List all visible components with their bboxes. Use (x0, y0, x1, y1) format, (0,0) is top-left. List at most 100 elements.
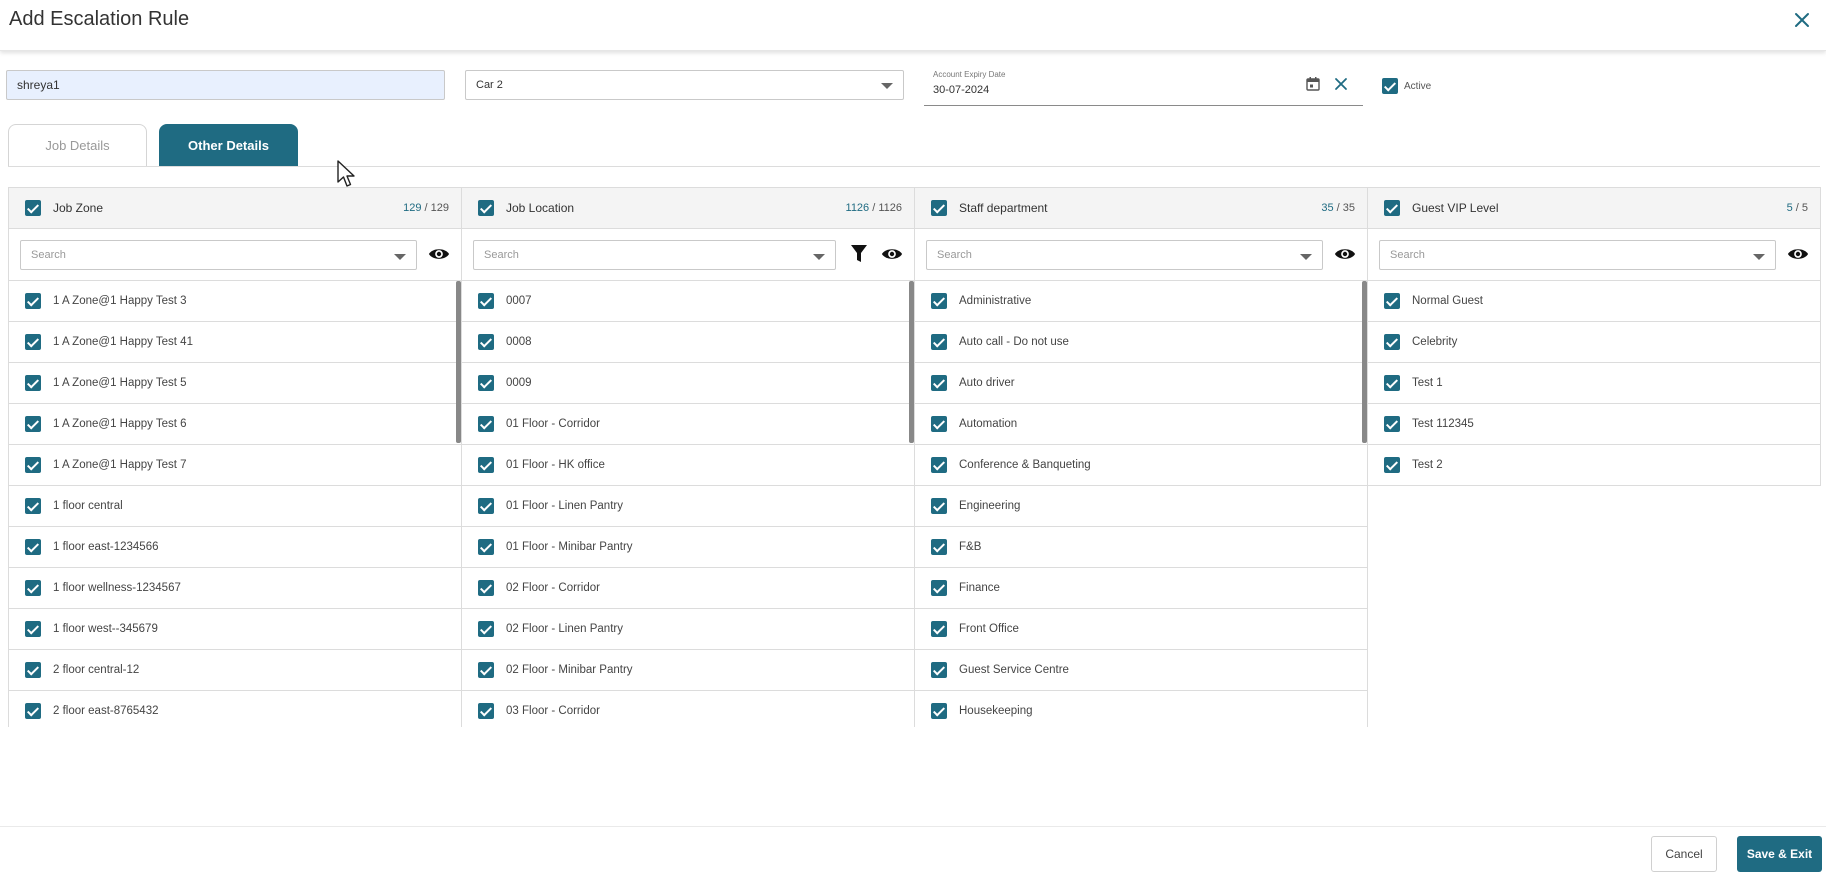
item-checkbox[interactable] (25, 580, 41, 596)
list-item[interactable]: Finance (915, 568, 1367, 609)
list-item[interactable]: 0007 (462, 281, 914, 322)
list-item[interactable]: Administrative (915, 281, 1367, 322)
item-checkbox[interactable] (478, 498, 494, 514)
list-item[interactable]: Celebrity (1368, 322, 1821, 363)
job-location-search-input[interactable]: Search (473, 240, 836, 270)
item-checkbox[interactable] (931, 334, 947, 350)
item-checkbox[interactable] (1384, 416, 1400, 432)
list-item[interactable]: 02 Floor - Corridor (462, 568, 914, 609)
item-checkbox[interactable] (25, 662, 41, 678)
eye-icon[interactable] (1787, 245, 1809, 263)
list-item[interactable]: Test 2 (1368, 445, 1821, 486)
item-checkbox[interactable] (931, 621, 947, 637)
job-zone-select-all-checkbox[interactable] (25, 200, 41, 216)
item-checkbox[interactable] (25, 375, 41, 391)
list-item[interactable]: Auto driver (915, 363, 1367, 404)
calendar-icon[interactable] (1305, 76, 1321, 92)
list-item[interactable]: Front Office (915, 609, 1367, 650)
item-checkbox[interactable] (25, 457, 41, 473)
list-item[interactable]: 1 floor west--345679 (9, 609, 461, 650)
item-checkbox[interactable] (478, 703, 494, 719)
tab-job-details[interactable]: Job Details (8, 124, 147, 166)
item-checkbox[interactable] (1384, 334, 1400, 350)
list-item[interactable]: 1 A Zone@1 Happy Test 7 (9, 445, 461, 486)
item-checkbox[interactable] (25, 539, 41, 555)
list-item[interactable]: 1 A Zone@1 Happy Test 41 (9, 322, 461, 363)
active-checkbox[interactable] (1382, 78, 1398, 94)
list-item[interactable]: 01 Floor - Corridor (462, 404, 914, 445)
list-item[interactable]: 1 A Zone@1 Happy Test 6 (9, 404, 461, 445)
account-expiry-date-field[interactable]: Account Expiry Date 30-07-2024 (924, 66, 1363, 106)
list-item[interactable]: 1 floor east-1234566 (9, 527, 461, 568)
cancel-button[interactable]: Cancel (1651, 836, 1717, 872)
item-checkbox[interactable] (931, 703, 947, 719)
list-item[interactable]: Automation (915, 404, 1367, 445)
list-item[interactable]: Engineering (915, 486, 1367, 527)
list-item[interactable]: Conference & Banqueting (915, 445, 1367, 486)
clear-date-icon[interactable] (1333, 76, 1349, 92)
list-item[interactable]: F&B (915, 527, 1367, 568)
close-icon[interactable] (1790, 8, 1814, 32)
item-checkbox[interactable] (25, 334, 41, 350)
item-checkbox[interactable] (25, 703, 41, 719)
list-item[interactable]: 01 Floor - HK office (462, 445, 914, 486)
item-checkbox[interactable] (478, 375, 494, 391)
item-checkbox[interactable] (931, 580, 947, 596)
item-checkbox[interactable] (478, 662, 494, 678)
list-item[interactable]: 02 Floor - Minibar Pantry (462, 650, 914, 691)
item-checkbox[interactable] (931, 457, 947, 473)
active-toggle[interactable]: Active (1382, 78, 1431, 94)
guest-vip-level-select-all-checkbox[interactable] (1384, 200, 1400, 216)
tab-other-details[interactable]: Other Details (159, 124, 298, 166)
item-checkbox[interactable] (478, 416, 494, 432)
eye-icon[interactable] (1334, 245, 1356, 263)
list-item[interactable]: 02 Floor - Linen Pantry (462, 609, 914, 650)
item-checkbox[interactable] (478, 580, 494, 596)
item-checkbox[interactable] (931, 416, 947, 432)
car-select[interactable]: Car 2 (465, 70, 904, 100)
list-item[interactable]: 1 A Zone@1 Happy Test 3 (9, 281, 461, 322)
list-item[interactable]: Guest Service Centre (915, 650, 1367, 691)
list-item[interactable]: 0009 (462, 363, 914, 404)
list-item[interactable]: 01 Floor - Minibar Pantry (462, 527, 914, 568)
item-checkbox[interactable] (25, 293, 41, 309)
item-checkbox[interactable] (25, 621, 41, 637)
list-item[interactable]: Auto call - Do not use (915, 322, 1367, 363)
list-item[interactable]: Test 112345 (1368, 404, 1821, 445)
item-checkbox[interactable] (478, 334, 494, 350)
item-checkbox[interactable] (478, 293, 494, 309)
item-checkbox[interactable] (931, 662, 947, 678)
list-item[interactable]: Normal Guest (1368, 281, 1821, 322)
job-zone-search-input[interactable]: Search (20, 240, 417, 270)
item-checkbox[interactable] (1384, 375, 1400, 391)
item-checkbox[interactable] (931, 293, 947, 309)
list-item[interactable]: 2 floor central-12 (9, 650, 461, 691)
item-checkbox[interactable] (478, 539, 494, 555)
list-item[interactable]: Test 1 (1368, 363, 1821, 404)
eye-icon[interactable] (881, 245, 903, 263)
list-item[interactable]: 03 Floor - Corridor (462, 691, 914, 727)
list-item[interactable]: Housekeeping (915, 691, 1367, 727)
item-checkbox[interactable] (1384, 457, 1400, 473)
eye-icon[interactable] (428, 245, 450, 263)
rule-name-input[interactable] (6, 70, 445, 100)
filter-icon[interactable] (850, 244, 868, 264)
item-checkbox[interactable] (931, 498, 947, 514)
item-checkbox[interactable] (931, 375, 947, 391)
list-item[interactable]: 0008 (462, 322, 914, 363)
save-and-exit-button[interactable]: Save & Exit (1737, 836, 1822, 872)
list-item[interactable]: 2 floor east-8765432 (9, 691, 461, 727)
item-checkbox[interactable] (931, 539, 947, 555)
job-location-select-all-checkbox[interactable] (478, 200, 494, 216)
item-checkbox[interactable] (1384, 293, 1400, 309)
staff-department-search-input[interactable]: Search (926, 240, 1323, 270)
guest-vip-level-search-input[interactable]: Search (1379, 240, 1776, 270)
list-item[interactable]: 1 A Zone@1 Happy Test 5 (9, 363, 461, 404)
list-item[interactable]: 01 Floor - Linen Pantry (462, 486, 914, 527)
item-checkbox[interactable] (478, 457, 494, 473)
list-item[interactable]: 1 floor central (9, 486, 461, 527)
staff-department-select-all-checkbox[interactable] (931, 200, 947, 216)
item-checkbox[interactable] (25, 416, 41, 432)
item-checkbox[interactable] (478, 621, 494, 637)
item-checkbox[interactable] (25, 498, 41, 514)
